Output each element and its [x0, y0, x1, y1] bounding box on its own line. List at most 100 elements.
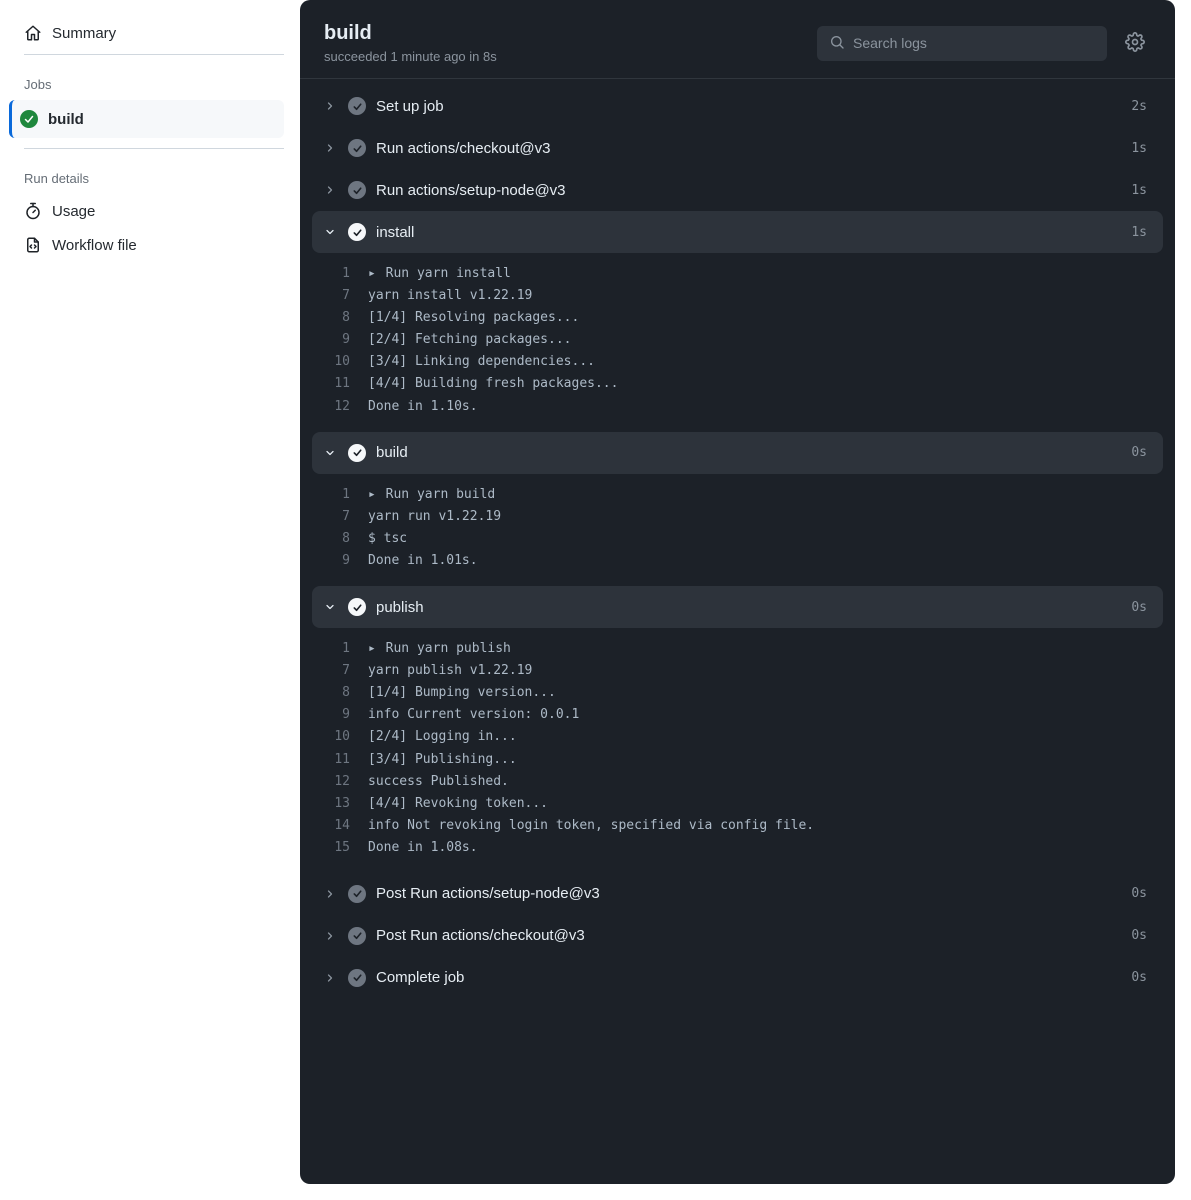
chevron-down-icon — [322, 226, 338, 238]
chevron-down-icon — [322, 447, 338, 459]
log-line[interactable]: 8[1/4] Bumping version... — [312, 682, 1163, 704]
log-line-number: 9 — [312, 550, 368, 572]
log-line[interactable]: 9info Current version: 0.0.1 — [312, 704, 1163, 726]
main: build succeeded 1 minute ago in 8s Set u… — [300, 0, 1191, 1200]
success-check-icon — [348, 223, 366, 241]
log-line-text: ▸ Run yarn install — [368, 263, 511, 285]
log-line[interactable]: 10[3/4] Linking dependencies... — [312, 351, 1163, 373]
log-line[interactable]: 1▸ Run yarn build — [312, 484, 1163, 506]
log-line[interactable]: 13[4/4] Revoking token... — [312, 793, 1163, 815]
sidebar-rundetails-heading: Run details — [12, 153, 284, 194]
log-line-number: 1 — [312, 263, 368, 285]
log-line-text: ▸ Run yarn publish — [368, 638, 511, 660]
log-line-number: 8 — [312, 682, 368, 704]
step-name: Post Run actions/setup-node@v3 — [376, 885, 1121, 902]
sidebar-usage[interactable]: Usage — [12, 194, 284, 228]
log-line[interactable]: 1▸ Run yarn install — [312, 263, 1163, 285]
log-line[interactable]: 10[2/4] Logging in... — [312, 726, 1163, 748]
step-row[interactable]: Run actions/setup-node@v3 1s — [312, 169, 1163, 211]
step-row[interactable]: Post Run actions/setup-node@v3 0s — [312, 873, 1163, 915]
log-line-text: Done in 1.01s. — [368, 550, 478, 572]
log-line-number: 13 — [312, 793, 368, 815]
log-line[interactable]: 7yarn publish v1.22.19 — [312, 660, 1163, 682]
step-duration: 0s — [1131, 928, 1147, 943]
step-duration: 0s — [1131, 600, 1147, 615]
log-block: 1▸ Run yarn install7yarn install v1.22.1… — [312, 253, 1163, 432]
log-line-number: 9 — [312, 704, 368, 726]
step-row[interactable]: build 0s — [312, 432, 1163, 474]
sidebar-jobs-heading: Jobs — [12, 59, 284, 100]
log-line[interactable]: 8$ tsc — [312, 528, 1163, 550]
success-check-icon — [348, 97, 366, 115]
chevron-right-icon — [322, 930, 338, 942]
log-line[interactable]: 12success Published. — [312, 771, 1163, 793]
panel-header: build succeeded 1 minute ago in 8s — [300, 0, 1175, 78]
log-line-text: info Not revoking login token, specified… — [368, 815, 814, 837]
step-name: build — [376, 444, 1121, 461]
log-line[interactable]: 12Done in 1.10s. — [312, 396, 1163, 418]
log-line[interactable]: 1▸ Run yarn publish — [312, 638, 1163, 660]
step-duration: 1s — [1131, 225, 1147, 240]
log-line[interactable]: 14info Not revoking login token, specifi… — [312, 815, 1163, 837]
sidebar-summary[interactable]: Summary — [12, 16, 284, 50]
success-check-icon — [348, 969, 366, 987]
log-line-number: 9 — [312, 329, 368, 351]
log-line-text: ▸ Run yarn build — [368, 484, 495, 506]
log-line-text: yarn publish v1.22.19 — [368, 660, 532, 682]
log-line-text: $ tsc — [368, 528, 407, 550]
step-duration: 1s — [1131, 183, 1147, 198]
chevron-right-icon — [322, 142, 338, 154]
log-line[interactable]: 15Done in 1.08s. — [312, 837, 1163, 859]
log-line[interactable]: 9Done in 1.01s. — [312, 550, 1163, 572]
log-line-text: [1/4] Resolving packages... — [368, 307, 579, 329]
step-duration: 0s — [1131, 970, 1147, 985]
log-line-text: [1/4] Bumping version... — [368, 682, 556, 704]
step-row[interactable]: publish0s — [312, 586, 1163, 628]
search-input[interactable] — [853, 35, 1095, 51]
log-line-text: success Published. — [368, 771, 509, 793]
log-line-text: [3/4] Publishing... — [368, 749, 517, 771]
home-icon — [24, 24, 42, 42]
chevron-right-icon — [322, 972, 338, 984]
step-name: Run actions/setup-node@v3 — [376, 182, 1121, 199]
sidebar-job-build[interactable]: build — [9, 100, 284, 138]
log-line[interactable]: 7yarn run v1.22.19 — [312, 506, 1163, 528]
steps-list: Set up job2sRun actions/checkout@v31sRun… — [300, 85, 1175, 1023]
job-status-line: succeeded 1 minute ago in 8s — [324, 49, 497, 64]
sidebar-workflow-file[interactable]: Workflow file — [12, 228, 284, 262]
step-duration: 2s — [1131, 99, 1147, 114]
chevron-right-icon — [322, 184, 338, 196]
step-duration: 0s — [1131, 886, 1147, 901]
log-line[interactable]: 9[2/4] Fetching packages... — [312, 329, 1163, 351]
step-row[interactable]: Post Run actions/checkout@v3 0s — [312, 915, 1163, 957]
step-duration: 1s — [1131, 141, 1147, 156]
log-line-number: 15 — [312, 837, 368, 859]
log-line-number: 7 — [312, 506, 368, 528]
workflow-file-icon — [24, 236, 42, 254]
panel-title-block: build succeeded 1 minute ago in 8s — [324, 22, 497, 64]
log-line-text: info Current version: 0.0.1 — [368, 704, 579, 726]
log-line[interactable]: 11[3/4] Publishing... — [312, 749, 1163, 771]
sidebar: Summary Jobs build Run details Usage Wor… — [0, 0, 300, 1200]
search-logs[interactable] — [817, 26, 1107, 61]
log-block: 1▸ Run yarn build7yarn run v1.22.198$ ts… — [312, 474, 1163, 586]
settings-button[interactable] — [1119, 27, 1151, 59]
chevron-right-icon — [322, 100, 338, 112]
chevron-down-icon — [322, 601, 338, 613]
log-line[interactable]: 8[1/4] Resolving packages... — [312, 307, 1163, 329]
log-line[interactable]: 11[4/4] Building fresh packages... — [312, 373, 1163, 395]
success-check-icon — [348, 181, 366, 199]
step-duration: 0s — [1131, 445, 1147, 460]
success-check-icon — [20, 110, 38, 128]
step-row[interactable]: install1s — [312, 211, 1163, 253]
log-line[interactable]: 7yarn install v1.22.19 — [312, 285, 1163, 307]
log-line-number: 1 — [312, 484, 368, 506]
step-row[interactable]: Run actions/checkout@v31s — [312, 127, 1163, 169]
step-row[interactable]: Set up job2s — [312, 85, 1163, 127]
chevron-right-icon — [322, 888, 338, 900]
step-name: Post Run actions/checkout@v3 — [376, 927, 1121, 944]
step-row[interactable]: Complete job0s — [312, 957, 1163, 999]
stopwatch-icon — [24, 202, 42, 220]
success-check-icon — [348, 885, 366, 903]
sidebar-usage-label: Usage — [52, 203, 95, 220]
